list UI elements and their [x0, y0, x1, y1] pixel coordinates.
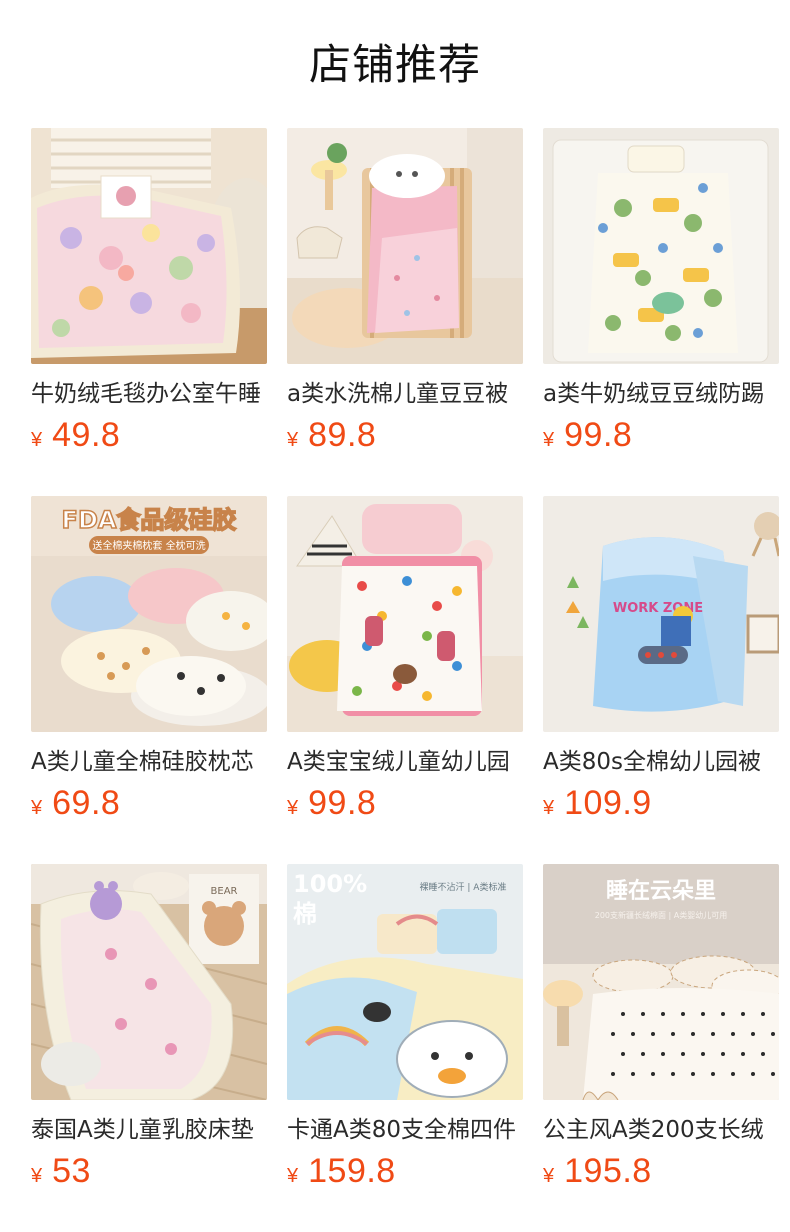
product-image[interactable] — [287, 496, 523, 732]
product-price: ¥ 99.8 — [543, 416, 779, 460]
product-card[interactable]: a类牛奶绒豆豆绒防踢 ¥ 99.8 — [543, 128, 779, 464]
product-price: ¥ 69.8 — [31, 784, 267, 828]
currency-symbol: ¥ — [31, 1165, 43, 1187]
currency-symbol: ¥ — [287, 429, 299, 451]
product-price: ¥ 195.8 — [543, 1152, 779, 1196]
price-value: 109.9 — [564, 784, 652, 822]
product-card[interactable]: BEAR 泰国A类儿童乳胶床垫 ¥ 53 — [31, 864, 267, 1200]
product-card[interactable]: FDA食品级硅胶 送全棉夹棉枕套 全枕可洗 A类儿童全棉硅胶枕芯 ¥ 69.8 — [31, 496, 267, 832]
price-value: 89.8 — [308, 416, 377, 454]
product-name[interactable]: A类儿童全棉硅胶枕芯 — [31, 746, 267, 778]
product-name[interactable]: A类宝宝绒儿童幼儿园 — [287, 746, 523, 778]
price-value: 99.8 — [308, 784, 377, 822]
currency-symbol: ¥ — [31, 797, 43, 819]
price-value: 69.8 — [52, 784, 121, 822]
product-image[interactable]: 睡在云朵里 200支新疆长绒棉面 | A类婴幼儿可用 — [543, 864, 779, 1100]
product-name[interactable]: 牛奶绒毛毯办公室午睡 — [31, 378, 267, 410]
product-image[interactable] — [31, 128, 267, 364]
image-tag: 裸睡不沾汗 | A类标准 — [420, 881, 507, 893]
product-name[interactable]: A类80s全棉幼儿园被 — [543, 746, 779, 778]
product-card[interactable]: A类宝宝绒儿童幼儿园 ¥ 99.8 — [287, 496, 523, 832]
product-price: ¥ 159.8 — [287, 1152, 523, 1196]
product-name[interactable]: 卡通A类80支全棉四件 — [287, 1114, 523, 1146]
product-card[interactable]: 牛奶绒毛毯办公室午睡 ¥ 49.8 — [31, 128, 267, 464]
product-name[interactable]: 泰国A类儿童乳胶床垫 — [31, 1114, 267, 1146]
image-headline: 100% — [293, 870, 367, 898]
product-price: ¥ 99.8 — [287, 784, 523, 828]
image-headline: FDA食品级硅胶 — [62, 506, 237, 534]
product-price: ¥ 53 — [31, 1152, 267, 1196]
image-sub: 棉 — [293, 900, 317, 928]
product-name[interactable]: 公主风A类200支长绒 — [543, 1114, 779, 1146]
product-card[interactable]: 睡在云朵里 200支新疆长绒棉面 | A类婴幼儿可用 公主风A类200支长绒 ¥… — [543, 864, 779, 1200]
product-grid: 牛奶绒毛毯办公室午睡 ¥ 49.8 a类水洗棉儿童豆豆被 ¥ 89.8 a类牛奶… — [31, 128, 779, 1200]
product-image[interactable]: 100% 棉 裸睡不沾汗 | A类标准 — [287, 864, 523, 1100]
currency-symbol: ¥ — [543, 1165, 555, 1187]
product-image[interactable]: BEAR — [31, 864, 267, 1100]
product-card[interactable]: 100% 棉 裸睡不沾汗 | A类标准 卡通A类80支全棉四件 ¥ 159.8 — [287, 864, 523, 1200]
image-tag: 送全棉夹棉枕套 全枕可洗 — [92, 539, 205, 552]
product-image[interactable] — [287, 128, 523, 364]
price-value: 159.8 — [308, 1152, 396, 1190]
product-image[interactable]: FDA食品级硅胶 送全棉夹棉枕套 全枕可洗 — [31, 496, 267, 732]
product-price: ¥ 49.8 — [31, 416, 267, 460]
product-card[interactable]: WORK ZONE A类80s全棉幼儿园被 ¥ 109.9 — [543, 496, 779, 832]
currency-symbol: ¥ — [543, 797, 555, 819]
price-value: 195.8 — [564, 1152, 652, 1190]
currency-symbol: ¥ — [287, 797, 299, 819]
product-name[interactable]: a类水洗棉儿童豆豆被 — [287, 378, 523, 410]
price-value: 99.8 — [564, 416, 633, 454]
currency-symbol: ¥ — [543, 429, 555, 451]
image-tag: BEAR — [211, 886, 238, 897]
product-price: ¥ 109.9 — [543, 784, 779, 828]
product-card[interactable]: a类水洗棉儿童豆豆被 ¥ 89.8 — [287, 128, 523, 464]
image-tag: 200支新疆长绒棉面 | A类婴幼儿可用 — [595, 910, 728, 920]
currency-symbol: ¥ — [287, 1165, 299, 1187]
page-title: 店铺推荐 — [308, 40, 481, 89]
product-name[interactable]: a类牛奶绒豆豆绒防踢 — [543, 378, 779, 410]
price-value: 49.8 — [52, 416, 121, 454]
product-price: ¥ 89.8 — [287, 416, 523, 460]
currency-symbol: ¥ — [31, 429, 43, 451]
image-headline: 睡在云朵里 — [606, 878, 716, 904]
price-value: 53 — [52, 1152, 91, 1190]
product-image[interactable]: WORK ZONE — [543, 496, 779, 732]
product-image[interactable] — [543, 128, 779, 364]
